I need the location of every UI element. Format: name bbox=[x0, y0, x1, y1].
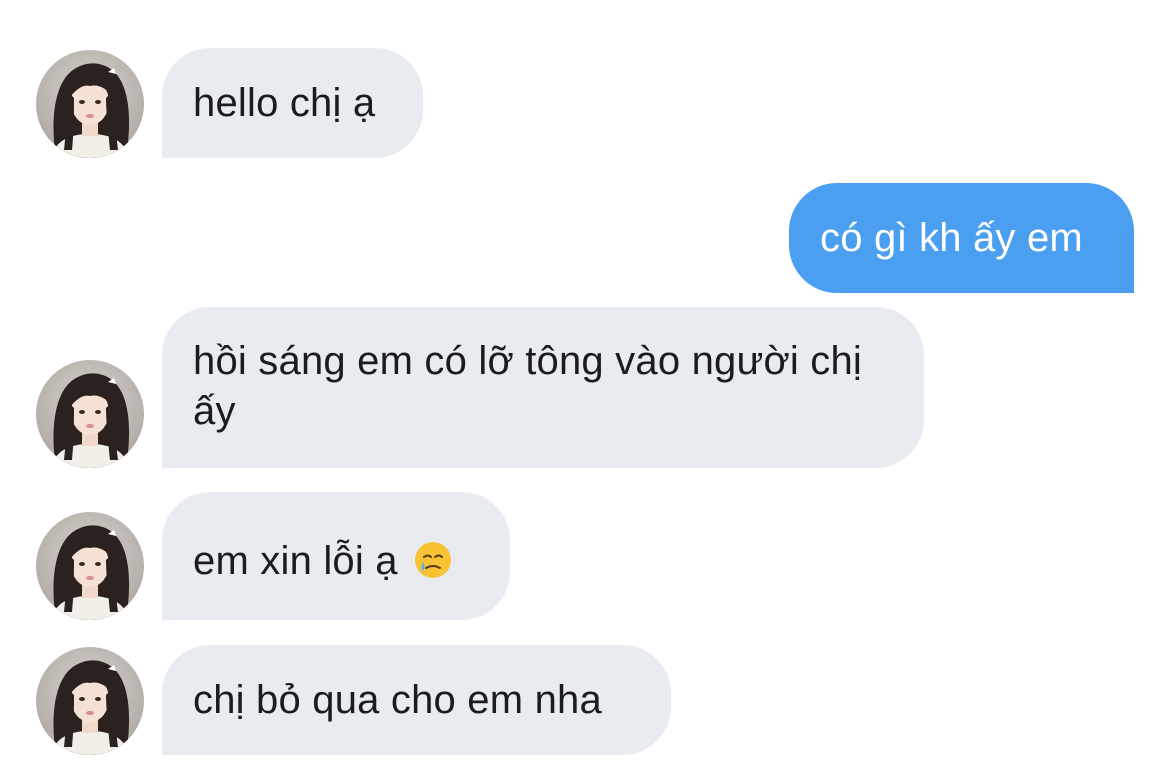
incoming-message-bubble[interactable]: hồi sáng em có lỡ tông vào người chị ấy bbox=[162, 307, 924, 468]
avatar-image bbox=[36, 512, 144, 620]
message-text: chị bỏ qua cho em nha bbox=[193, 678, 602, 722]
face-holding-back-tears-icon bbox=[413, 540, 453, 580]
avatar-image bbox=[36, 50, 144, 158]
avatar-image bbox=[36, 360, 144, 468]
contact-avatar[interactable] bbox=[36, 512, 144, 620]
contact-avatar[interactable] bbox=[36, 360, 144, 468]
message-row: hồi sáng em có lỡ tông vào người chị ấy bbox=[0, 307, 1170, 468]
contact-avatar[interactable] bbox=[36, 50, 144, 158]
message-row: em xin lỗi ạ bbox=[0, 492, 1170, 620]
message-row: hello chị ạ bbox=[0, 48, 1170, 158]
incoming-message-bubble[interactable]: hello chị ạ bbox=[162, 48, 423, 158]
message-text: hồi sáng em có lỡ tông vào người chị ấy bbox=[193, 339, 863, 433]
message-text: hello chị ạ bbox=[193, 81, 376, 125]
avatar-image bbox=[36, 647, 144, 755]
incoming-message-bubble[interactable]: chị bỏ qua cho em nha bbox=[162, 645, 671, 755]
incoming-message-bubble[interactable]: em xin lỗi ạ bbox=[162, 492, 510, 620]
message-text: có gì kh ấy em bbox=[820, 216, 1083, 260]
outgoing-message-bubble[interactable]: có gì kh ấy em bbox=[789, 183, 1134, 293]
contact-avatar[interactable] bbox=[36, 647, 144, 755]
message-text: em xin lỗi ạ bbox=[193, 539, 398, 583]
message-row: chị bỏ qua cho em nha bbox=[0, 645, 1170, 755]
message-row: có gì kh ấy em bbox=[0, 183, 1170, 293]
